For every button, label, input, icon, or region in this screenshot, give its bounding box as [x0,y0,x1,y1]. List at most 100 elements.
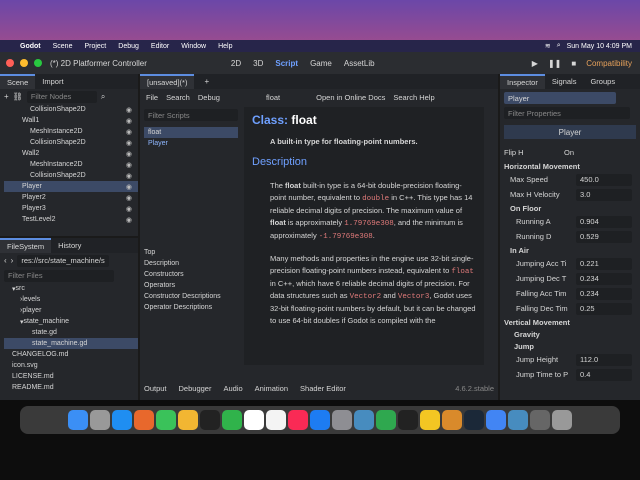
visibility-icon[interactable]: ◉ [126,216,138,224]
prop-row[interactable]: Falling Acc Tim 0.234 [500,286,640,301]
visibility-icon[interactable]: ◉ [126,205,138,213]
visibility-icon[interactable]: ◉ [126,106,138,114]
chrome-icon[interactable] [486,410,506,430]
forward-icon[interactable]: › [11,256,14,265]
tab-filesystem[interactable]: FileSystem [0,238,52,253]
file-item-selected[interactable]: state_machine.gd [4,338,138,349]
tree-node[interactable]: MeshInstance2D ◉ [4,159,138,170]
trash-icon[interactable] [552,410,572,430]
visibility-icon[interactable]: ◉ [126,194,138,202]
prop-row[interactable]: Jump Time to P 0.4 [500,367,640,382]
prop-row[interactable]: Max Speed 450.0 [500,172,640,187]
prop-row[interactable]: Falling Dec Tim 0.25 [500,301,640,316]
tab-unsaved[interactable]: [unsaved](*) [140,74,195,89]
menu-project[interactable]: Project [84,43,106,50]
clock[interactable]: Sun May 10 4:09 PM [567,43,632,50]
maximize-window-button[interactable] [34,59,42,67]
tab-animation[interactable]: Animation [255,384,288,393]
file-item[interactable]: CHANGELOG.md [4,349,138,360]
filter-properties-input[interactable]: Filter Properties [504,107,630,119]
section-in-air[interactable]: In Air [500,244,640,256]
prop-row[interactable]: Jumping Dec T 0.234 [500,271,640,286]
visibility-icon[interactable]: ◉ [126,128,138,136]
close-window-button[interactable] [6,59,14,67]
visibility-icon[interactable]: ◉ [126,117,138,125]
tab-debugger[interactable]: Debugger [179,384,212,393]
steam-icon[interactable] [464,410,484,430]
pause-icon[interactable]: ❚❚ [548,59,561,68]
tab-history[interactable]: History [51,239,88,252]
mode-2d[interactable]: 2D [231,59,241,68]
mode-assetlib[interactable]: AssetLib [344,59,375,68]
tree-node-player[interactable]: Player ◉ [4,181,138,192]
file-item[interactable]: icon.svg [4,360,138,371]
file-item[interactable]: README.md [4,382,138,393]
downloads-icon[interactable] [530,410,550,430]
launchpad-icon[interactable] [90,410,110,430]
prop-row[interactable]: Running A 0.904 [500,214,640,229]
minimize-window-button[interactable] [20,59,28,67]
tab-audio[interactable]: Audio [223,384,242,393]
tree-node[interactable]: CollisionShape2D ◉ [4,170,138,181]
tree-node[interactable]: CollisionShape2D ◉ [4,137,138,148]
section-horizontal[interactable]: Horizontal Movement [500,160,640,172]
filter-scripts-input[interactable]: Filter Scripts [144,109,238,121]
search-icon[interactable]: ⌕ [557,42,561,50]
outline-item[interactable]: Description [144,258,221,269]
reminders-icon[interactable] [266,410,286,430]
appstore-icon[interactable] [310,410,330,430]
outline-item[interactable]: Operator Descriptions [144,302,221,313]
menu-help[interactable]: Help [218,43,232,50]
visibility-icon[interactable]: ◉ [126,139,138,147]
tree-node[interactable]: Player3 ◉ [4,203,138,214]
menu-editor[interactable]: Editor [151,43,169,50]
section-jump[interactable]: Jump [500,340,640,352]
prop-row[interactable]: Running D 0.529 [500,229,640,244]
section-gravity[interactable]: Gravity [500,328,640,340]
file-item[interactable]: › player [4,305,138,316]
file-item[interactable]: › levels [4,294,138,305]
tab-output[interactable]: Output [144,384,167,393]
menu-file[interactable]: File [146,93,158,102]
numbers-icon[interactable] [376,410,396,430]
file-item[interactable]: state.gd [4,327,138,338]
outline-item[interactable]: Top [144,247,221,258]
file-item[interactable]: LICENSE.md [4,371,138,382]
script-item-float[interactable]: float [144,127,238,138]
safari-icon[interactable] [112,410,132,430]
script-item-player[interactable]: Player [144,138,238,149]
visibility-icon[interactable]: ◉ [126,183,138,191]
back-icon[interactable]: ‹ [4,256,7,265]
renderer-select[interactable]: Compatibility [586,59,632,68]
tab-groups[interactable]: Groups [583,75,622,88]
section-vertical[interactable]: Vertical Movement [500,316,640,328]
facetime-icon[interactable] [222,410,242,430]
godot-icon[interactable] [508,410,528,430]
tree-node[interactable]: Player2 ◉ [4,192,138,203]
mode-3d[interactable]: 3D [253,59,263,68]
pages-icon[interactable] [442,410,462,430]
tree-node[interactable]: Wall1 ◉ [4,115,138,126]
stop-icon[interactable]: ■ [571,59,576,68]
add-node-icon[interactable]: + [4,92,9,101]
filter-nodes-input[interactable]: Filter Nodes [26,90,97,103]
prop-flip-h[interactable]: Flip H On [500,145,640,160]
outline-item[interactable]: Constructor Descriptions [144,291,221,302]
mode-game[interactable]: Game [310,59,332,68]
menu-window[interactable]: Window [181,43,206,50]
path-field[interactable]: res://src/state_machine/s [17,254,110,267]
menu-search[interactable]: Search [166,93,190,102]
prop-row[interactable]: Jump Height 112.0 [500,352,640,367]
visibility-icon[interactable]: ◉ [126,150,138,158]
finder-icon[interactable] [68,410,88,430]
roblox-icon[interactable] [200,410,220,430]
firefox-icon[interactable] [134,410,154,430]
wifi-icon[interactable]: ≋ [545,42,551,50]
outline-item[interactable]: Constructors [144,269,221,280]
mode-script[interactable]: Script [275,59,298,68]
search-help-button[interactable]: Search Help [393,93,434,102]
prop-row[interactable]: Max H Velocity 3.0 [500,187,640,202]
tab-shader-editor[interactable]: Shader Editor [300,384,346,393]
notes-icon[interactable] [420,410,440,430]
prop-row[interactable]: Jumping Acc Ti 0.221 [500,256,640,271]
